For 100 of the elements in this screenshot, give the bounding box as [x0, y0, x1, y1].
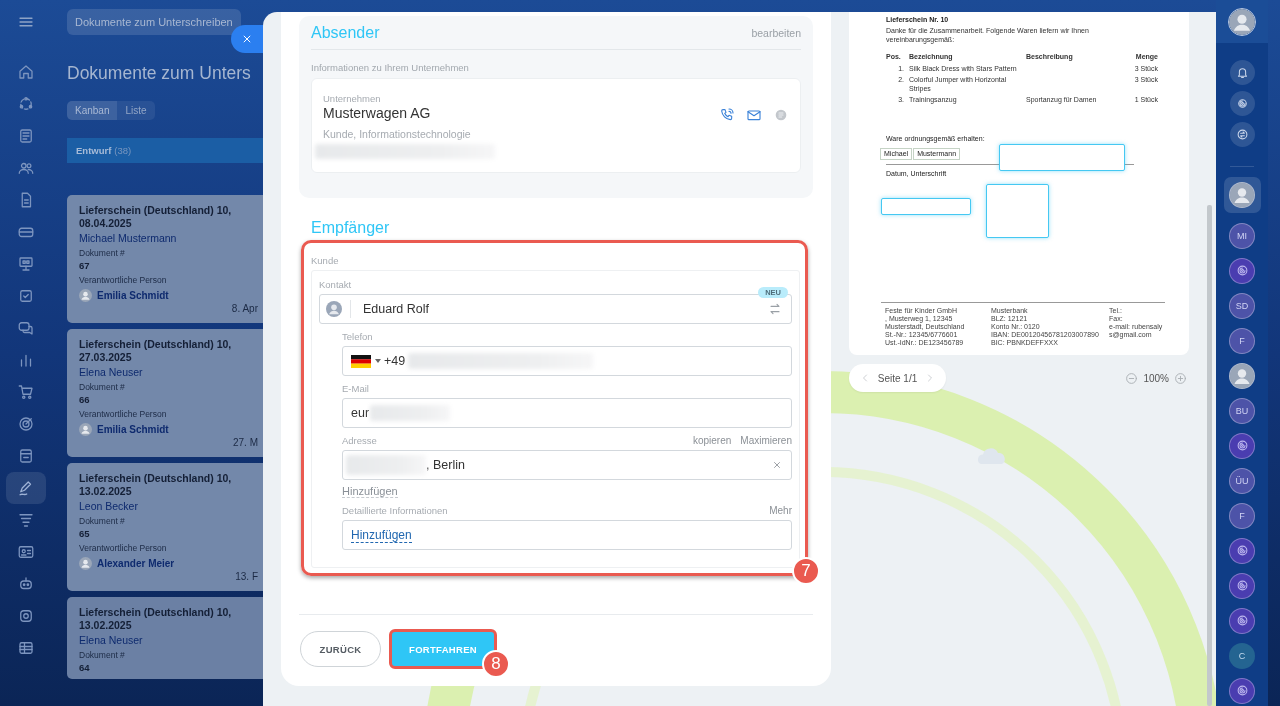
contact-avatar[interactable]: F: [1229, 327, 1255, 354]
step-badge: 8: [482, 650, 510, 678]
id-card-icon: [17, 543, 35, 561]
address-value: , Berlin: [426, 458, 466, 472]
archive-icon: [17, 447, 35, 465]
field-label: Dokument #: [79, 516, 126, 526]
clear-icon[interactable]: [771, 459, 783, 471]
more-link[interactable]: Mehr: [769, 505, 792, 517]
contact-slot[interactable]: BU: [1223, 393, 1261, 428]
field-label: Telefon: [342, 331, 374, 343]
close-button[interactable]: [231, 25, 263, 53]
contact-avatar[interactable]: [1229, 607, 1255, 634]
add-link[interactable]: Hinzufügen: [342, 485, 398, 498]
back-button[interactable]: ZURÜCK: [300, 631, 381, 667]
client-link[interactable]: Michael Mustermann: [79, 232, 263, 244]
person-link[interactable]: Alexander Meier: [97, 558, 175, 569]
nav-item[interactable]: [6, 472, 46, 504]
scrollbar[interactable]: [1207, 205, 1212, 706]
client-link[interactable]: Elena Neuser: [79, 634, 263, 646]
edit-link[interactable]: bearbeiten: [751, 26, 801, 39]
page-title-pill: Dokumente zum Unterschreiben: [67, 8, 241, 35]
phone-field[interactable]: +49: [342, 346, 792, 376]
contact-avatar[interactable]: [1229, 537, 1255, 564]
contact-avatar[interactable]: ÜU: [1229, 467, 1255, 494]
field-label: Kontakt: [319, 279, 353, 291]
kanban-card[interactable]: Lieferschein (Deutschland) 10, 13.02.2025 Leon Becker Dokument # 65 Verantwortliche Person Alexander Meier 13. F: [67, 463, 263, 591]
contact-name: Eduard Rolf: [363, 302, 430, 316]
contact-avatar[interactable]: F: [1229, 502, 1255, 529]
client-link[interactable]: Leon Becker: [79, 500, 263, 512]
kanban-card[interactable]: Lieferschein (Deutschland) 10, 27.03.2025 Elena Neuser Dokument # 66 Verantwortliche Person Emilia Schmidt 27. M: [67, 329, 263, 457]
contact-avatar[interactable]: [1229, 362, 1255, 389]
contact-slot[interactable]: C: [1223, 638, 1261, 673]
mail-icon[interactable]: [746, 107, 762, 123]
signature-field[interactable]: [881, 198, 971, 215]
table-icon: [17, 639, 35, 657]
avatar: [79, 557, 92, 570]
column-count: (38): [114, 145, 132, 156]
contact-field[interactable]: Eduard Rolf: [319, 294, 792, 324]
swirl-icon: [1234, 543, 1250, 558]
kanban-card[interactable]: Lieferschein (Deutschland) 10, 13.02.2025 Elena Neuser Dokument # 64: [67, 597, 263, 679]
contact-avatar[interactable]: MI: [1229, 222, 1255, 249]
contact-avatar[interactable]: [1229, 257, 1255, 284]
contact-avatar[interactable]: BU: [1229, 397, 1255, 424]
contact-avatar[interactable]: [1229, 572, 1255, 599]
camera-icon: [17, 607, 35, 625]
client-link[interactable]: Elena Neuser: [79, 366, 263, 378]
user-avatar[interactable]: [1228, 7, 1256, 36]
person-link[interactable]: Emilia Schmidt: [97, 424, 169, 435]
view-tab[interactable]: Liste: [117, 101, 155, 120]
field-label: Dokument #: [79, 248, 126, 258]
address-action-link[interactable]: Maximieren: [740, 435, 792, 447]
company-name: Musterwagen AG: [323, 105, 432, 121]
swirl-icon: [1234, 613, 1250, 628]
avatar: [79, 289, 92, 302]
field-label: Adresse: [342, 435, 377, 447]
newspaper-icon: [17, 127, 35, 145]
add-link[interactable]: Hinzufügen: [351, 527, 412, 543]
contact-avatar[interactable]: [1229, 677, 1255, 704]
contact-avatar[interactable]: [1229, 182, 1255, 208]
section-title: Empfänger: [311, 218, 391, 238]
swirl-icon: [1234, 683, 1250, 698]
field-label: Kunde: [311, 255, 340, 267]
phone-icon[interactable]: [719, 107, 735, 123]
field-label: Dokument #: [79, 382, 126, 392]
field-label: Detaillierte Informationen: [342, 505, 448, 517]
contact-slot[interactable]: ÜU: [1223, 463, 1261, 498]
contact-avatar[interactable]: SD: [1229, 292, 1255, 319]
field-label: Verantwortliche Person: [79, 543, 168, 553]
person-link[interactable]: Emilia Schmidt: [97, 290, 169, 301]
card-title: Lieferschein (Deutschland) 10, 27.03.2025: [79, 338, 233, 364]
view-tab[interactable]: Kanban: [67, 101, 118, 120]
cart-icon: [17, 383, 35, 401]
home-icon: [17, 63, 35, 81]
contact-avatar[interactable]: [1229, 432, 1255, 459]
signature-field[interactable]: [986, 184, 1049, 238]
zoom-level: 100%: [1143, 372, 1169, 384]
contact-avatar[interactable]: C: [1229, 642, 1255, 669]
email-field[interactable]: eur: [342, 398, 792, 428]
contact-slot[interactable]: [1223, 177, 1261, 213]
card-title: Lieferschein (Deutschland) 10, 08.04.2025: [79, 204, 233, 230]
toolbar-button[interactable]: [1229, 60, 1255, 85]
card-date: 27. M: [233, 437, 259, 448]
address-action-link[interactable]: kopieren: [692, 435, 732, 447]
toolbar-button[interactable]: [1229, 122, 1255, 147]
document-number: 65: [79, 528, 91, 539]
address-field[interactable]: , Berlin: [342, 450, 792, 480]
section-subtitle: Informationen zu Ihrem Unternehmen: [311, 62, 470, 74]
field-label: Verantwortliche Person: [79, 275, 168, 285]
signature-field[interactable]: [999, 144, 1125, 171]
checkbox-icon: [17, 287, 35, 305]
card-date: 8. Apr: [231, 303, 259, 314]
kanban-card[interactable]: Lieferschein (Deutschland) 10, 08.04.2025 Michael Mustermann Dokument # 67 Verantwortliche Person Emilia Schmidt 8. Apr: [67, 195, 263, 323]
contact-slot[interactable]: SD: [1223, 288, 1261, 323]
contact-slot[interactable]: F: [1223, 498, 1261, 533]
swap-icon[interactable]: [767, 301, 783, 317]
details-field[interactable]: Hinzufügen: [342, 520, 792, 550]
toolbar-button[interactable]: [1229, 91, 1255, 116]
contact-slot[interactable]: F: [1223, 323, 1261, 358]
contact-slot[interactable]: MI: [1223, 218, 1261, 253]
target-icon: [17, 415, 35, 433]
